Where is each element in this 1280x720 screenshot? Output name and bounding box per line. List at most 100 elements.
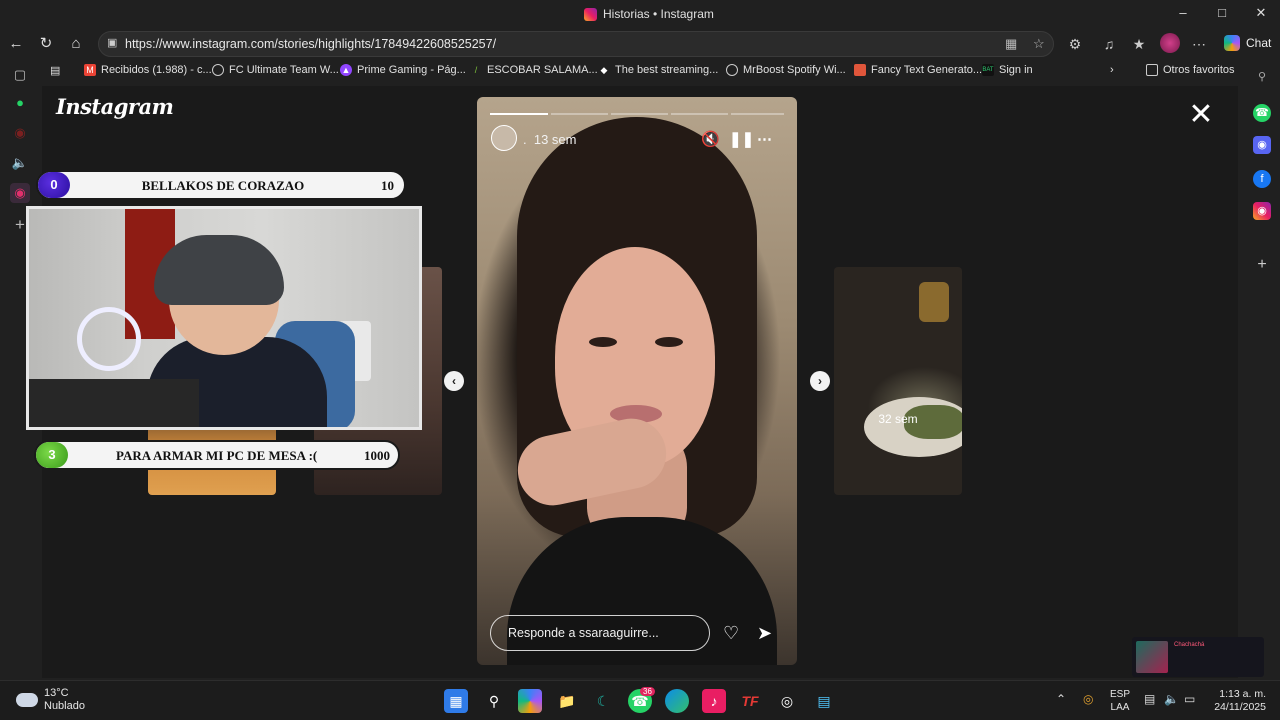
refresh-button[interactable]: ↻	[33, 32, 59, 56]
bookmark-label: FC Ultimate Team W...	[229, 64, 339, 76]
obs-icon[interactable]: ◎	[775, 689, 799, 713]
copilot-taskbar-icon[interactable]	[518, 689, 542, 713]
input-language[interactable]: ESP LAA	[1110, 688, 1130, 714]
stream-goal-bar-top: 0 BELLAKOS DE CORAZAO 10	[36, 170, 406, 200]
app-available-icon[interactable]: ▦	[1005, 36, 1017, 52]
pause-icon[interactable]: ❚❚	[729, 130, 754, 148]
goal-label: PARA ARMAR MI PC DE MESA :(	[116, 448, 318, 463]
story-card[interactable]: . 13 sem 🔇 ❚❚ ⋯ Responde a ssaraaguirre.…	[477, 97, 797, 665]
copilot-chat-button[interactable]: Chat	[1216, 31, 1279, 55]
previous-story-arrow-icon[interactable]: ‹	[444, 371, 464, 391]
extensions-icon[interactable]: ⚙	[1064, 34, 1086, 54]
close-story-button[interactable]: ✕	[1188, 100, 1214, 130]
more-options-icon[interactable]: ⋯	[1188, 34, 1210, 54]
audio-tab-icon[interactable]: 🔈	[10, 153, 30, 173]
bookmarks-bar: ▤ M Recibidos (1.988) - c... FC Ultimate…	[42, 60, 1238, 84]
network-icon[interactable]: ▤	[1144, 692, 1155, 706]
favorites-icon[interactable]: ★	[1128, 34, 1150, 54]
story-image-part	[655, 337, 683, 347]
tf-app-icon[interactable]: TF	[738, 689, 762, 713]
tray-overflow-chevron-icon[interactable]: ⌃	[1056, 692, 1066, 706]
media-control-icon[interactable]: ♫	[1098, 34, 1120, 54]
maximize-button[interactable]: □	[1204, 2, 1240, 26]
globe-icon	[212, 64, 224, 76]
music-mini-player[interactable]: Chachachá	[1132, 637, 1264, 677]
bookmark-label: Prime Gaming - Pág...	[357, 64, 466, 76]
site-info-icon[interactable]: ▣	[107, 36, 117, 49]
more-options-icon[interactable]: ⋯	[757, 130, 772, 148]
bookmark-escobar[interactable]: / ESCOBAR SALAMA...	[470, 64, 598, 76]
bookmark-gmail[interactable]: M Recibidos (1.988) - c...	[84, 64, 212, 76]
story-user-avatar[interactable]	[491, 125, 517, 151]
next-story-arrow-icon[interactable]: ›	[810, 371, 830, 391]
story-timestamp: . 13 sem	[523, 132, 577, 147]
recording-tab-icon[interactable]: ◉	[10, 123, 30, 143]
favorite-star-icon[interactable]: ☆	[1033, 36, 1045, 52]
discord-icon[interactable]: ◉	[1253, 136, 1271, 154]
add-sidebar-app-icon[interactable]: +	[1253, 256, 1271, 274]
streamer-webcam	[26, 206, 422, 430]
clock-date: 24/11/2025	[1214, 701, 1266, 713]
bookmark-label: MrBoost Spotify Wi...	[743, 64, 846, 76]
start-menu-icon[interactable]: ▦	[444, 689, 468, 713]
battery-icon[interactable]: ▭	[1184, 692, 1195, 706]
bookmark-best-streaming[interactable]: ◆ The best streaming...	[598, 64, 719, 76]
other-favorites-folder[interactable]: Otros favoritos	[1146, 64, 1235, 76]
search-icon[interactable]: ⚲	[1253, 68, 1271, 86]
system-clock[interactable]: 1:13 a. m. 24/11/2025	[1204, 688, 1266, 714]
microphone-icon[interactable]: ◎	[1083, 692, 1093, 706]
prime-gaming-icon: ▲	[340, 64, 352, 76]
search-icon[interactable]: ⚲	[482, 689, 506, 713]
instagram-logo[interactable]: Instagram	[56, 94, 174, 119]
whatsapp-tab-icon[interactable]: ●	[10, 93, 30, 113]
progress-fill	[490, 113, 548, 115]
volume-icon[interactable]: 🔈	[1164, 692, 1179, 706]
facebook-icon[interactable]: f	[1253, 170, 1271, 188]
url-text[interactable]: https://www.instagram.com/stories/highli…	[125, 37, 496, 51]
windows-taskbar: 13°C Nublado ▦ ⚲ 📁 ☾ ☎ 36 ♪ TF ◎ ▤ ⌃ ◎ E…	[0, 680, 1280, 720]
album-art	[1136, 641, 1168, 673]
reply-input[interactable]: Responde a ssaraaguirre...	[490, 615, 710, 651]
bookmark-fancy-text[interactable]: Fancy Text Generato...	[854, 64, 982, 76]
muted-speaker-icon[interactable]: 🔇	[701, 130, 720, 148]
window-title-text: Historias • Instagram	[603, 7, 714, 21]
back-button[interactable]: ←	[3, 32, 29, 56]
file-explorer-icon[interactable]: 📁	[555, 689, 579, 713]
bookmarks-toggle-icon[interactable]: ▤	[50, 64, 60, 77]
globe-icon	[726, 64, 738, 76]
window-title: Historias • Instagram	[584, 7, 714, 21]
close-window-button[interactable]: ✕	[1243, 2, 1279, 26]
bookmark-label: Recibidos (1.988) - c...	[101, 64, 212, 76]
whatsapp-icon[interactable]: ☎	[1253, 104, 1271, 122]
bookmark-label: The best streaming...	[615, 64, 719, 76]
heart-like-icon[interactable]: ♡	[723, 623, 739, 644]
goal-counter: 3	[36, 442, 68, 468]
thumbnail-image-part	[919, 282, 949, 322]
notepad-icon[interactable]: ▤	[812, 689, 836, 713]
home-button[interactable]: ⌂	[63, 32, 89, 56]
story-username[interactable]: .	[523, 132, 527, 147]
bookmark-fc-ultimate[interactable]: FC Ultimate Team W...	[212, 64, 339, 76]
send-icon[interactable]: ➤	[757, 623, 772, 644]
edge-browser-icon[interactable]	[665, 689, 689, 713]
instagram-tab-icon[interactable]: ◉	[10, 183, 30, 203]
bookmark-prime-gaming[interactable]: ▲ Prime Gaming - Pág...	[340, 64, 466, 76]
curseforge-icon[interactable]: ☾	[591, 689, 615, 713]
address-bar[interactable]: ▣ https://www.instagram.com/stories/high…	[98, 31, 1054, 57]
bookmark-mrboost[interactable]: MrBoost Spotify Wi...	[726, 64, 846, 76]
next-story-time: 32 sem	[878, 412, 918, 426]
copilot-icon	[1224, 35, 1240, 51]
bookmark-sign-in[interactable]: BAT Sign in	[982, 64, 1033, 76]
bookmarks-overflow-chevron-icon[interactable]: ›	[1110, 64, 1114, 76]
instagram-icon[interactable]: ◉	[1253, 202, 1271, 220]
doc-icon	[854, 64, 866, 76]
window-title-bar: Historias • Instagram – □ ✕	[0, 0, 1280, 28]
tab-actions-icon[interactable]: ▢	[10, 65, 30, 85]
weather-widget[interactable]: 13°C Nublado	[16, 687, 85, 713]
profile-avatar[interactable]	[1160, 33, 1180, 53]
weather-temp: 13°C	[44, 687, 69, 699]
next-story-thumbnail[interactable]: 32 sem	[834, 267, 962, 495]
story-time-text: 13 sem	[533, 132, 577, 147]
minimize-button[interactable]: –	[1165, 2, 1201, 26]
tiktok-icon[interactable]: ♪	[702, 689, 726, 713]
